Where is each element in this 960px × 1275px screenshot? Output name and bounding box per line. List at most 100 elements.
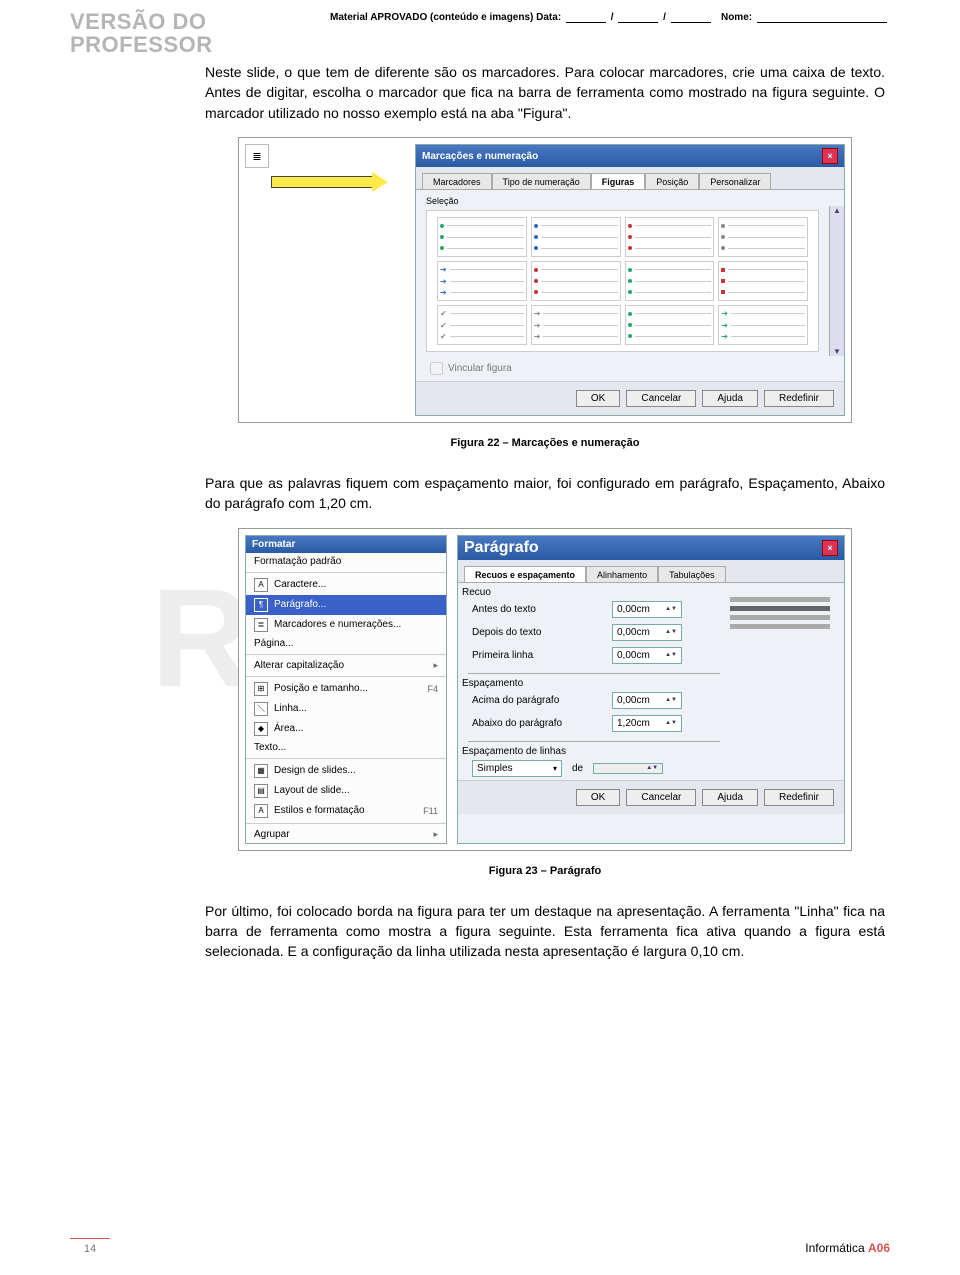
bullet-option[interactable] (531, 261, 621, 301)
approval-prefix: Material APROVADO (conteúdo e imagens) D… (330, 12, 561, 23)
tab-figuras[interactable]: Figuras (591, 173, 646, 189)
stamp-line-2: PROFESSOR (70, 33, 890, 56)
menu-texto[interactable]: Texto... (246, 739, 446, 756)
format-menu: Formatar Formatação padrão ACaractere...… (245, 535, 447, 844)
bullet-option[interactable] (625, 261, 715, 301)
bullet-option[interactable]: ✔✔✔ (437, 305, 527, 345)
label-primeira: Primeira linha (472, 650, 602, 661)
dialog-title: Marcações e numeração (422, 151, 538, 162)
menu-paragrafo[interactable]: ¶Parágrafo... (246, 595, 446, 615)
footer-code: A06 (868, 1241, 890, 1255)
menu-caractere[interactable]: ACaractere... (246, 575, 446, 595)
yellow-arrow (251, 172, 388, 192)
reset-button[interactable]: Redefinir (764, 390, 834, 407)
ok-button[interactable]: OK (576, 390, 620, 407)
bullets-toolbar-icon: ≣ (245, 144, 269, 168)
input-de: ▲▼ (593, 763, 663, 774)
date-blank-2 (618, 12, 658, 23)
group-espacamento: Espaçamento (458, 674, 730, 689)
bullet-option[interactable] (718, 261, 808, 301)
paragraph-tabs: Recuos e espaçamento Alinhamento Tabulaç… (458, 560, 844, 583)
label-acima: Acima do parágrafo (472, 695, 602, 706)
tab-personalizar[interactable]: Personalizar (699, 173, 771, 189)
section-selecao: Seleção (416, 190, 844, 206)
paragraph-3: Por último, foi colocado borda na figura… (205, 901, 885, 962)
label-de: de (572, 763, 583, 774)
tab-tabulacoes[interactable]: Tabulações (658, 566, 726, 582)
menu-design-slides[interactable]: ▦Design de slides... (246, 761, 446, 781)
name-blank (757, 12, 887, 23)
link-figure-label: Vincular figura (448, 363, 512, 374)
close-icon[interactable]: × (822, 540, 838, 556)
figure-22-caption: Figura 22 – Marcações e numeração (205, 437, 885, 449)
line-icon: ＼ (254, 702, 268, 716)
bullet-option[interactable] (625, 305, 715, 345)
slash-1: / (611, 12, 614, 23)
page-number: 14 (70, 1238, 110, 1255)
footer-subject: Informática (805, 1241, 864, 1255)
reset-button[interactable]: Redefinir (764, 789, 834, 806)
shortcut-f11: F11 (423, 806, 438, 816)
label-antes: Antes do texto (472, 604, 602, 615)
label-abaixo: Abaixo do parágrafo (472, 718, 602, 729)
select-simples[interactable]: Simples▾ (472, 760, 562, 777)
slide-layout-icon: ▤ (254, 784, 268, 798)
figure-23-caption: Figura 23 – Parágrafo (205, 865, 885, 877)
menu-formatacao-padrao[interactable]: Formatação padrão (246, 553, 446, 570)
help-button[interactable]: Ajuda (702, 390, 758, 407)
screenshot-paragraph-dialog: Formatar Formatação padrão ACaractere...… (238, 528, 852, 851)
paragraph-dialog: Parágrafo × Recuos e espaçamento Alinham… (457, 535, 845, 844)
paragraph-titlebar: Parágrafo × (458, 536, 844, 560)
ok-button[interactable]: OK (576, 789, 620, 806)
link-figure-checkbox[interactable]: Vincular figura (416, 356, 844, 381)
menu-posicao-tamanho[interactable]: ⊞Posição e tamanho...F4 (246, 679, 446, 699)
dialog-titlebar: Marcações e numeração × (416, 145, 844, 167)
close-icon[interactable]: × (822, 148, 838, 164)
cancel-button[interactable]: Cancelar (626, 390, 696, 407)
bullet-option[interactable] (625, 217, 715, 257)
input-abaixo[interactable]: 1,20cm▲▼ (612, 715, 682, 732)
paragraph-icon: ¶ (254, 598, 268, 612)
group-recuo: Recuo (458, 583, 730, 598)
bullet-option[interactable]: ➔➔➔ (437, 261, 527, 301)
input-depois[interactable]: 0,00cm▲▼ (612, 624, 682, 641)
tab-alinhamento[interactable]: Alinhamento (586, 566, 658, 582)
area-icon: ◆ (254, 722, 268, 736)
tab-posicao[interactable]: Posição (645, 173, 699, 189)
bullet-option[interactable] (718, 217, 808, 257)
bullet-option[interactable]: ➔➔➔ (718, 305, 808, 345)
paragraph-2: Para que as palavras fiquem com espaçame… (205, 473, 885, 514)
tab-recuos[interactable]: Recuos e espaçamento (464, 566, 586, 582)
bullet-option[interactable]: ➔➔➔ (531, 305, 621, 345)
bullets-icon: ≣ (254, 618, 268, 632)
tab-marcadores[interactable]: Marcadores (422, 173, 492, 189)
slide-design-icon: ▦ (254, 764, 268, 778)
input-antes[interactable]: 0,00cm▲▼ (612, 601, 682, 618)
checkbox-input[interactable] (430, 362, 443, 375)
menu-layout-slide[interactable]: ▤Layout de slide... (246, 781, 446, 801)
tab-tipo-numeracao[interactable]: Tipo de numeração (492, 173, 591, 189)
bullet-option[interactable] (437, 217, 527, 257)
menu-marcadores[interactable]: ≣Marcadores e numerações... (246, 615, 446, 635)
menu-agrupar[interactable]: Agrupar▸ (246, 826, 446, 843)
bullet-selection-grid: ➔➔➔ ✔✔✔ ➔➔➔ ➔➔➔ (426, 210, 819, 352)
screenshot-bullets-dialog: ≣ Marcações e numeração × Marcadores Tip… (238, 137, 852, 423)
input-primeira[interactable]: 0,00cm▲▼ (612, 647, 682, 664)
group-linhas: Espaçamento de linhas (458, 742, 730, 757)
help-button[interactable]: Ajuda (702, 789, 758, 806)
page-footer: 14 Informática A06 (70, 1238, 890, 1255)
menu-pagina[interactable]: Página... (246, 635, 446, 652)
label-depois: Depois do texto (472, 627, 602, 638)
menu-estilos[interactable]: AEstilos e formataçãoF11 (246, 801, 446, 821)
dialog-tabs: Marcadores Tipo de numeração Figuras Pos… (416, 167, 844, 190)
menu-linha[interactable]: ＼Linha... (246, 699, 446, 719)
date-blank-3 (671, 12, 711, 23)
input-acima[interactable]: 0,00cm▲▼ (612, 692, 682, 709)
menu-capitalizacao[interactable]: Alterar capitalização▸ (246, 657, 446, 674)
menu-area[interactable]: ◆Área... (246, 719, 446, 739)
bullet-option[interactable] (531, 217, 621, 257)
cancel-button[interactable]: Cancelar (626, 789, 696, 806)
position-icon: ⊞ (254, 682, 268, 696)
scrollbar[interactable]: ▲▼ (829, 206, 844, 356)
approval-header: Material APROVADO (conteúdo e imagens) D… (330, 12, 930, 23)
